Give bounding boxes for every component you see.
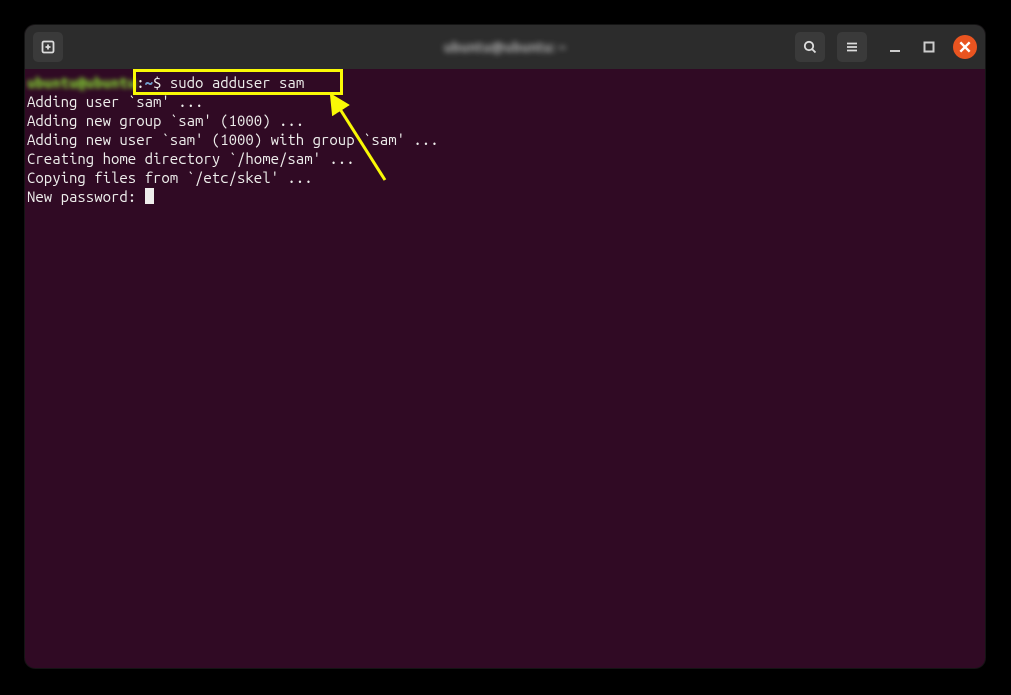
cursor	[145, 188, 154, 204]
minimize-icon	[889, 41, 901, 53]
titlebar: ubuntu@ubuntu: ~	[25, 25, 985, 69]
prompt-user: ubuntu@ubuntu	[27, 74, 136, 91]
search-button[interactable]	[795, 32, 825, 62]
new-tab-icon	[40, 39, 56, 55]
output-line: Adding user `sam' ...	[27, 93, 203, 110]
output-line: Adding new group `sam' (1000) ...	[27, 112, 304, 129]
output-line: Adding new user `sam' (1000) with group …	[27, 131, 439, 148]
new-tab-button[interactable]	[33, 32, 63, 62]
maximize-button[interactable]	[919, 37, 939, 57]
prompt-path: ~	[145, 74, 153, 91]
window-title: ubuntu@ubuntu: ~	[444, 39, 567, 55]
close-icon	[957, 39, 973, 55]
hamburger-icon	[844, 39, 860, 55]
output-line: Creating home directory `/home/sam' ...	[27, 150, 355, 167]
maximize-icon	[923, 41, 935, 53]
command-text: sudo adduser sam	[170, 74, 304, 91]
prompt-symbol: $	[153, 74, 161, 91]
output-line: New password:	[27, 188, 145, 205]
terminal-window: ubuntu@ubuntu: ~	[25, 25, 985, 668]
search-icon	[802, 39, 818, 55]
prompt-sep: :	[136, 74, 144, 91]
close-button[interactable]	[953, 35, 977, 59]
minimize-button[interactable]	[885, 37, 905, 57]
menu-button[interactable]	[837, 32, 867, 62]
terminal-output[interactable]: ubuntu@ubuntu:~$ sudo adduser sam Adding…	[25, 69, 985, 210]
output-line: Copying files from `/etc/skel' ...	[27, 169, 313, 186]
